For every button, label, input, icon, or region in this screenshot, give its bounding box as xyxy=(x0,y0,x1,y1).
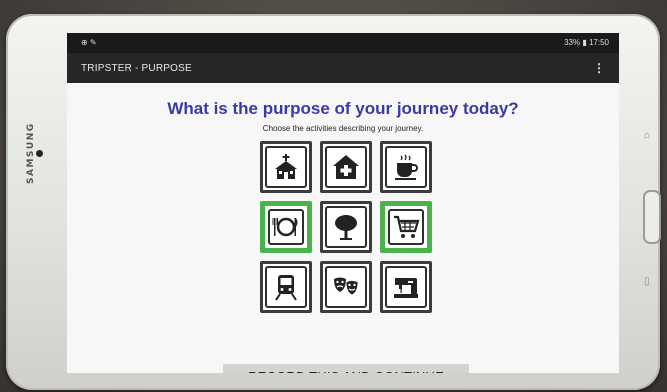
tablet-screen: ⊕ ✎ 33% ▮ 17:50 TRIPSTER - PURPOSE ⋮ Wha… xyxy=(67,33,619,373)
device-brand-logo: SAMSUNG xyxy=(26,122,36,184)
status-bar: ⊕ ✎ 33% ▮ 17:50 xyxy=(67,33,619,53)
hospital-icon xyxy=(333,155,359,179)
church-icon xyxy=(275,154,297,179)
coffee-cup-icon xyxy=(395,154,418,180)
restaurant-icon xyxy=(272,217,298,237)
activity-tile-train[interactable] xyxy=(260,261,312,313)
record-and-continue-button[interactable]: RECORD THIS AND CONTINUE xyxy=(223,364,469,373)
activity-tile-park[interactable] xyxy=(320,201,372,253)
theatre-masks-icon xyxy=(334,277,359,296)
back-key-icon[interactable]: ⌂ xyxy=(644,130,650,141)
activity-tile-cafe[interactable] xyxy=(380,141,432,193)
activity-tile-theatre[interactable] xyxy=(320,261,372,313)
recent-apps-key-icon[interactable]: ▯ xyxy=(644,276,650,287)
status-icons-left: ⊕ ✎ xyxy=(81,38,97,47)
overflow-menu-icon[interactable]: ⋮ xyxy=(593,61,605,75)
train-icon xyxy=(275,275,297,301)
purpose-content: What is the purpose of your journey toda… xyxy=(67,83,619,373)
app-bar: TRIPSTER - PURPOSE ⋮ xyxy=(67,53,619,83)
activity-tile-crafts[interactable] xyxy=(380,261,432,313)
app-title: TRIPSTER - PURPOSE xyxy=(81,63,192,74)
sewing-machine-icon xyxy=(394,278,418,298)
page-subtitle: Choose the activities describing your jo… xyxy=(262,124,424,133)
activity-tile-shopping[interactable] xyxy=(380,201,432,253)
activity-tile-restaurant[interactable] xyxy=(260,201,312,253)
shopping-cart-icon xyxy=(394,215,420,238)
status-battery-clock: 33% ▮ 17:50 xyxy=(564,38,609,47)
activity-tile-hospital[interactable] xyxy=(320,141,372,193)
front-camera xyxy=(36,150,43,157)
page-title: What is the purpose of your journey toda… xyxy=(167,99,519,118)
park-tree-icon xyxy=(335,215,357,240)
hardware-home-button[interactable] xyxy=(643,190,661,244)
activity-tile-church[interactable] xyxy=(260,141,312,193)
